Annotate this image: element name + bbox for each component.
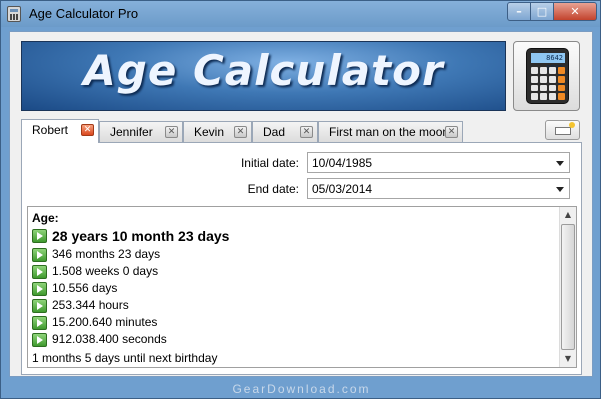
- banner-logo-text: Age Calculator: [83, 46, 444, 95]
- result-row-months: 346 months 23 days: [32, 246, 560, 263]
- close-window-button[interactable]: ✕: [553, 2, 597, 21]
- add-person-button[interactable]: [545, 120, 580, 140]
- result-row-minutes: 15.200.640 minutes: [32, 314, 560, 331]
- initial-date-label: Initial date:: [240, 156, 299, 170]
- scroll-thumb[interactable]: [561, 224, 575, 350]
- result-row-weeks: 1.508 weeks 0 days: [32, 263, 560, 280]
- tab-close-icon[interactable]: ✕: [81, 124, 94, 136]
- green-arrow-icon: [32, 282, 47, 296]
- tab-label: Jennifer: [110, 125, 153, 139]
- scroll-up-arrow-icon[interactable]: ▲: [560, 207, 576, 223]
- client-area: Age Calculator 8642 0000 Robert ✕ Jennif…: [9, 31, 593, 377]
- green-arrow-icon: [32, 248, 47, 262]
- green-arrow-icon: [32, 316, 47, 330]
- results-content: Age: 28 years 10 month 23 days 346 month…: [28, 207, 560, 367]
- tab-close-icon[interactable]: ✕: [300, 126, 313, 138]
- tab-label: Dad: [263, 125, 286, 139]
- green-arrow-icon: [32, 333, 47, 347]
- result-row-seconds: 912.038.400 seconds: [32, 331, 560, 348]
- result-text: 1.508 weeks 0 days: [52, 264, 159, 278]
- tab-jennifer[interactable]: Jennifer ✕: [99, 121, 183, 142]
- tab-label: Kevin: [194, 125, 225, 139]
- tab-dad[interactable]: Dad ✕: [252, 121, 318, 142]
- watermark-text: GearDownload.com: [232, 382, 371, 396]
- banner: Age Calculator: [21, 41, 506, 111]
- tab-close-icon[interactable]: ✕: [165, 126, 178, 138]
- app-window: Age Calculator Pro – □ ✕ Age Calculator …: [0, 0, 601, 399]
- results-box[interactable]: Age: 28 years 10 month 23 days 346 month…: [27, 206, 577, 368]
- tab-first-man-on-the-moon[interactable]: First man on the moon ✕: [318, 121, 463, 142]
- chevron-down-icon: [556, 161, 564, 166]
- new-tab-icon: [555, 122, 575, 135]
- initial-date-value: 10/04/1985: [312, 156, 373, 170]
- tab-close-icon[interactable]: ✕: [445, 126, 458, 138]
- initial-date-dropdown[interactable]: 10/04/1985: [307, 152, 570, 173]
- tab-close-icon[interactable]: ✕: [234, 126, 247, 138]
- end-date-value: 05/03/2014: [312, 182, 373, 196]
- result-text: 346 months 23 days: [52, 247, 161, 261]
- chevron-down-icon: [556, 187, 564, 192]
- result-text: 28 years 10 month 23 days: [52, 228, 230, 244]
- next-birthday-note: 1 months 5 days until next birthday: [32, 351, 218, 365]
- result-row-age: 28 years 10 month 23 days: [32, 226, 560, 246]
- result-text: 15.200.640 minutes: [52, 315, 158, 329]
- calculator-button[interactable]: 8642 0000: [513, 41, 580, 111]
- end-date-label: End date:: [247, 182, 299, 196]
- maximize-button[interactable]: □: [530, 2, 554, 21]
- tab-label: Robert: [32, 123, 69, 137]
- result-row-hours: 253.344 hours: [32, 297, 560, 314]
- green-arrow-icon: [32, 265, 47, 279]
- green-arrow-icon: [32, 299, 47, 313]
- tab-kevin[interactable]: Kevin ✕: [183, 121, 252, 142]
- result-text: 253.344 hours: [52, 298, 129, 312]
- person-tabs: Robert ✕ Jennifer ✕ Kevin ✕ Dad ✕ First …: [21, 119, 581, 143]
- calculator-icon-screen: 8642 0000: [531, 53, 565, 72]
- scroll-down-arrow-icon[interactable]: ▼: [560, 351, 576, 367]
- result-text: 10.556 days: [52, 281, 118, 295]
- result-row-days: 10.556 days: [32, 280, 560, 297]
- tab-robert[interactable]: Robert ✕: [21, 119, 99, 143]
- calculator-icon-keys: [531, 67, 565, 100]
- tab-label: First man on the moon: [329, 125, 450, 139]
- age-heading: Age:: [32, 211, 59, 225]
- window-title: Age Calculator Pro: [29, 6, 139, 21]
- calculator-app-icon: [7, 6, 21, 22]
- results-scrollbar[interactable]: ▲ ▼: [559, 207, 576, 367]
- tab-panel: Initial date: 10/04/1985 End date: 05/03…: [21, 142, 582, 375]
- calculator-icon: 8642 0000: [526, 48, 569, 104]
- end-date-dropdown[interactable]: 05/03/2014: [307, 178, 570, 199]
- green-arrow-icon: [32, 229, 47, 243]
- result-text: 912.038.400 seconds: [52, 332, 167, 346]
- minimize-button[interactable]: –: [507, 2, 531, 21]
- title-bar[interactable]: Age Calculator Pro – □ ✕: [1, 1, 600, 27]
